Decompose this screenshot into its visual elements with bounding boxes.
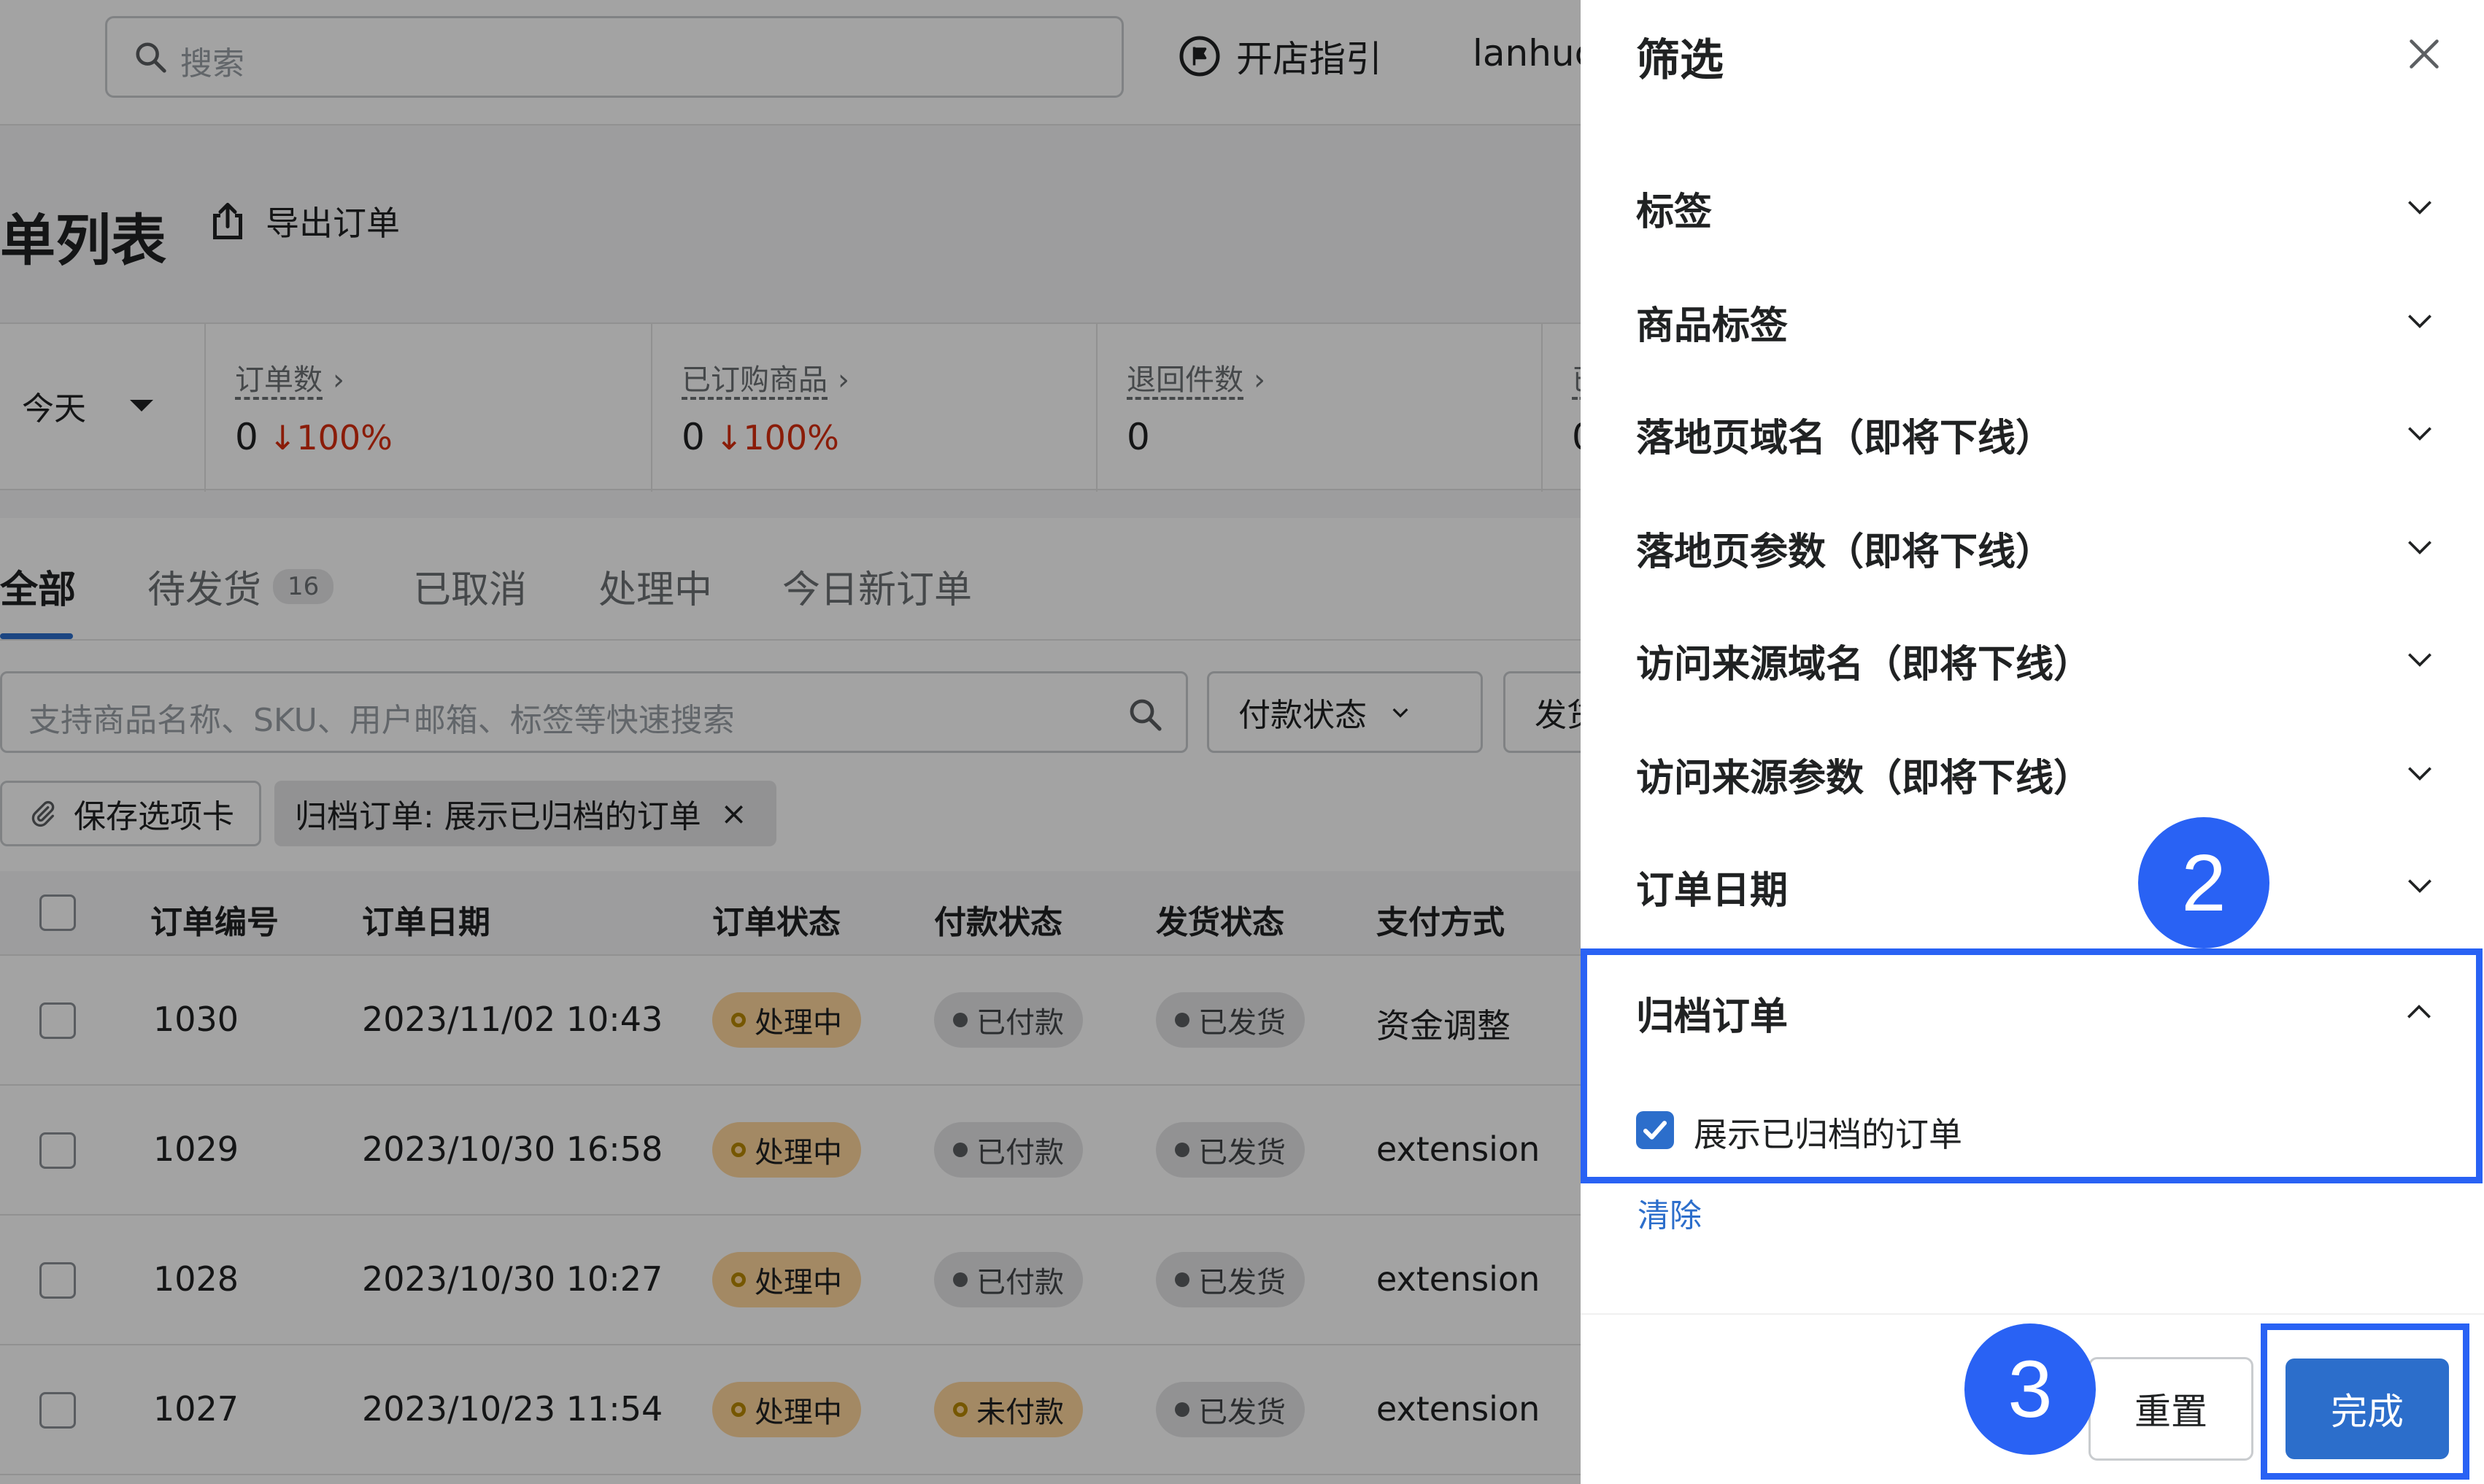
filter-section-referrer-domain[interactable]: 访问来源域名（即将下线） bbox=[1581, 601, 2484, 715]
checkmark-icon bbox=[1643, 1121, 1667, 1140]
filter-section-order-date[interactable]: 订单日期 bbox=[1581, 827, 2484, 941]
reset-button[interactable]: 重置 bbox=[2088, 1357, 2253, 1461]
filter-section-product-tags[interactable]: 商品标签 bbox=[1581, 263, 2484, 376]
chevron-down-icon bbox=[2408, 314, 2431, 328]
orders-page: 搜索 开店指引 lanhuc 单列表 导出订单 今天 订单数› 0↓100% 已… bbox=[0, 0, 1581, 1484]
section-title: 落地页域名（即将下线） bbox=[1636, 417, 2054, 460]
section-title: 订单日期 bbox=[1636, 869, 1789, 913]
clear-archived-link[interactable]: 清除 bbox=[1638, 1189, 1702, 1236]
section-title: 访问来源域名（即将下线） bbox=[1636, 643, 2092, 687]
show-archived-label[interactable]: 展示已归档的订单 bbox=[1694, 1108, 1962, 1156]
done-button-highlight bbox=[2261, 1323, 2469, 1480]
filter-section-tags[interactable]: 标签 bbox=[1581, 149, 2484, 263]
show-archived-checkbox[interactable] bbox=[1636, 1111, 1674, 1149]
filter-drawer: 筛选 标签 商品标签 落地页域名（即将下线） 落地页参数（即将下线） 访问来源域… bbox=[1581, 0, 2484, 1484]
modal-backdrop[interactable] bbox=[0, 0, 1581, 1484]
step-marker-2: 2 bbox=[2138, 817, 2269, 948]
filter-section-landing-domain[interactable]: 落地页域名（即将下线） bbox=[1581, 375, 2484, 489]
filter-section-archived[interactable]: 归档订单 展示已归档的订单 bbox=[1581, 948, 2483, 1183]
section-title: 商品标签 bbox=[1636, 304, 1789, 348]
section-title: 落地页参数（即将下线） bbox=[1636, 530, 2054, 574]
chevron-down-icon bbox=[2408, 427, 2431, 441]
drawer-title: 筛选 bbox=[1636, 35, 1724, 86]
filter-section-landing-params[interactable]: 落地页参数（即将下线） bbox=[1581, 489, 2484, 603]
chevron-down-icon bbox=[2408, 653, 2431, 667]
filter-section-referrer-params[interactable]: 访问来源参数（即将下线） bbox=[1581, 715, 2484, 829]
chevron-down-icon bbox=[2408, 201, 2431, 215]
close-icon[interactable] bbox=[2402, 32, 2446, 76]
section-title: 归档订单 bbox=[1636, 995, 1789, 1039]
chevron-down-icon bbox=[2408, 767, 2431, 781]
chevron-up-icon[interactable] bbox=[2403, 996, 2435, 1028]
drawer-footer-divider bbox=[1581, 1313, 2484, 1315]
section-title: 标签 bbox=[1636, 190, 1713, 234]
section-title: 访问来源参数（即将下线） bbox=[1636, 757, 2092, 800]
chevron-down-icon bbox=[2408, 879, 2431, 893]
chevron-down-icon bbox=[2408, 541, 2431, 554]
step-marker-3: 3 bbox=[1964, 1323, 2096, 1455]
